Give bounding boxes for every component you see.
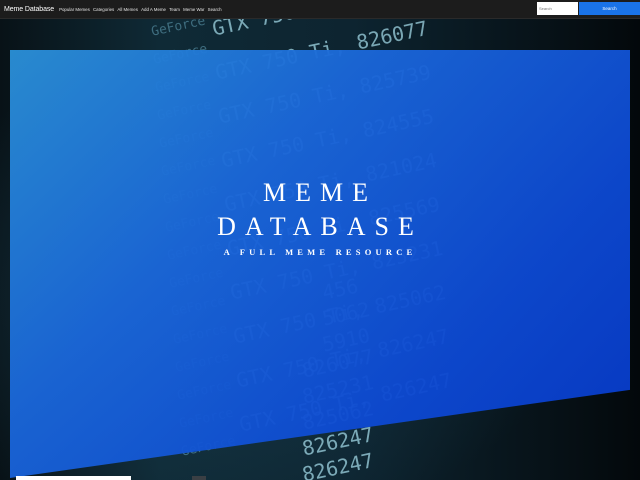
nav-link-all-memes[interactable]: All Memes: [117, 7, 138, 12]
nav-link-meme-war[interactable]: Meme War: [183, 7, 204, 12]
hero-subtitle: A FULL MEME RESOURCE: [223, 247, 417, 257]
bottom-chip: [192, 476, 206, 480]
navbar: Meme Database Popular Memes Categories A…: [0, 0, 640, 19]
hero-title-line2: DATABASE: [217, 212, 423, 241]
nav-link-add-a-meme[interactable]: Add A Meme: [141, 7, 166, 12]
brand-logo[interactable]: Meme Database: [4, 6, 54, 13]
search-form: Search: [537, 2, 640, 16]
hero-title-line1: MEME: [263, 178, 377, 207]
nav-link-search[interactable]: Search: [208, 7, 222, 12]
nav-links: Popular Memes Categories All Memes Add A…: [59, 7, 225, 12]
search-input[interactable]: [537, 2, 578, 15]
search-button[interactable]: Search: [579, 2, 640, 15]
bottom-progress-bar: [16, 476, 131, 480]
nav-link-popular-memes[interactable]: Popular Memes: [59, 7, 90, 12]
background-geforce-text: GeForce: [150, 19, 207, 40]
nav-link-categories[interactable]: Categories: [93, 7, 114, 12]
nav-link-team[interactable]: Team: [169, 7, 180, 12]
